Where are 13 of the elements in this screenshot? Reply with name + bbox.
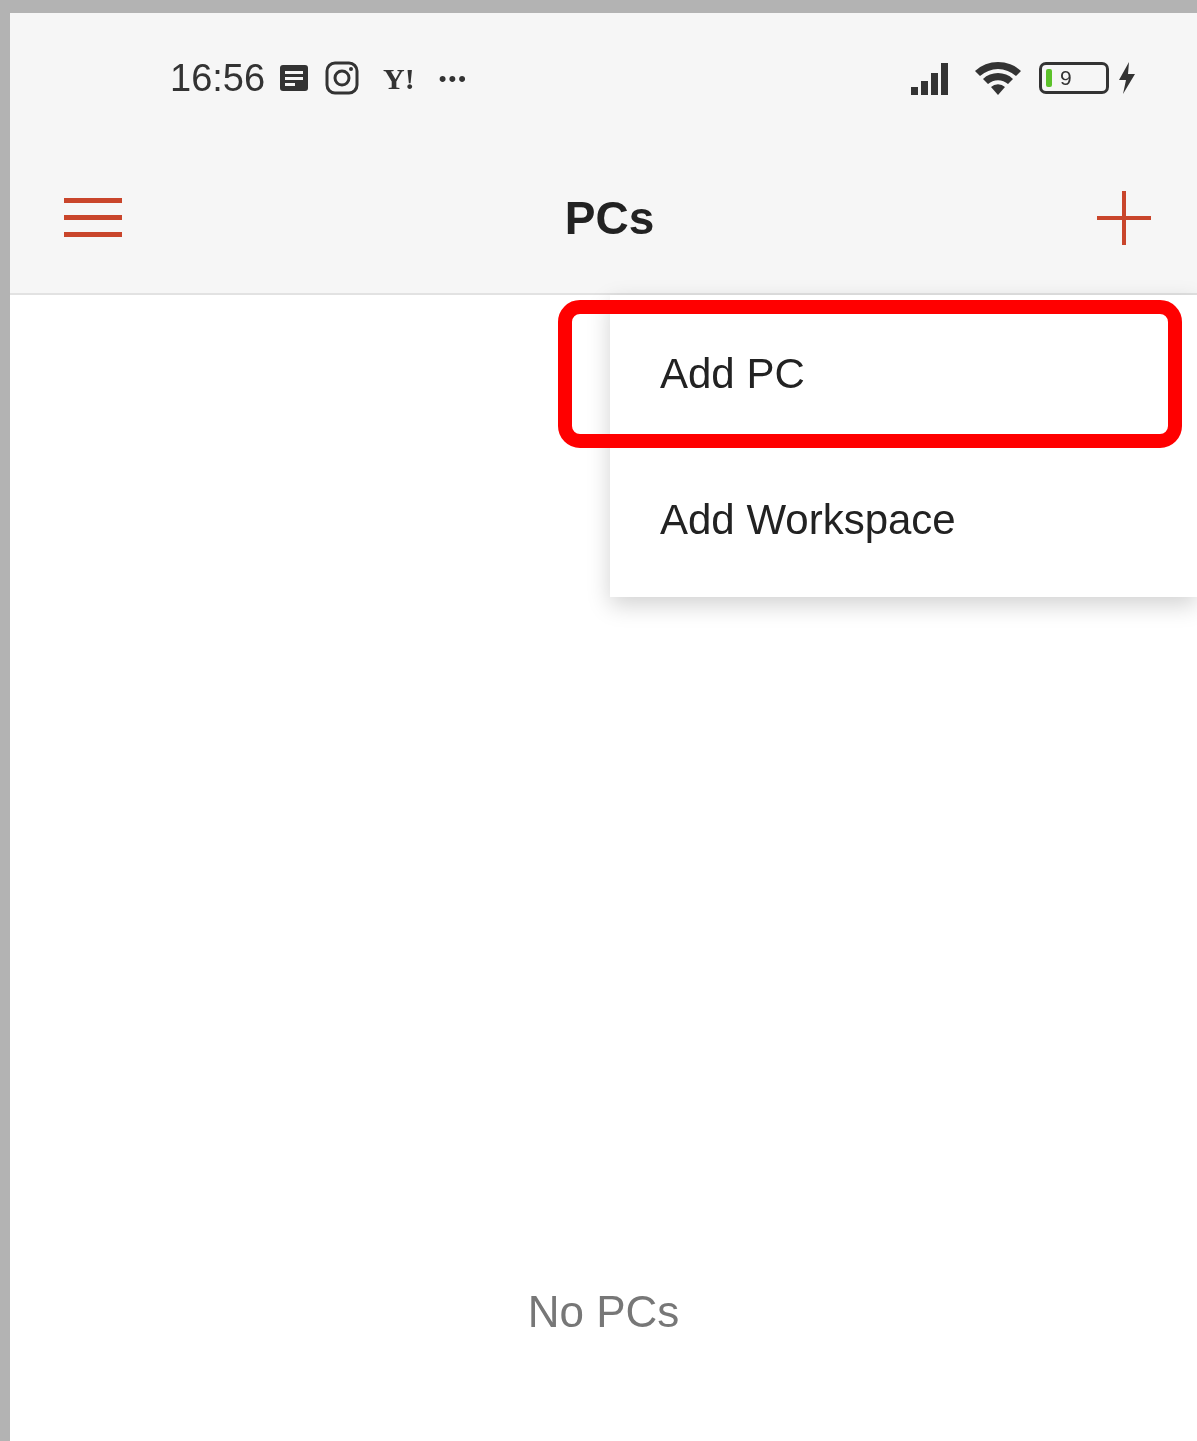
add-icon[interactable] <box>1097 191 1151 245</box>
empty-message: No PCs <box>527 1286 680 1338</box>
page-title: PCs <box>564 190 655 246</box>
menu-item[interactable]: Add Workspace <box>610 446 1197 592</box>
menu-item[interactable]: Add PC <box>610 300 1197 446</box>
app-logo-text: Y! <box>383 60 415 97</box>
more-notifications: ••• <box>438 64 468 93</box>
battery-indicator: 9 <box>1039 62 1109 94</box>
wifi-icon <box>973 59 1023 97</box>
camera-icon <box>325 61 360 95</box>
status-time: 16:56 <box>170 55 266 101</box>
menu-icon[interactable] <box>64 198 122 238</box>
notification-icon <box>279 64 310 92</box>
